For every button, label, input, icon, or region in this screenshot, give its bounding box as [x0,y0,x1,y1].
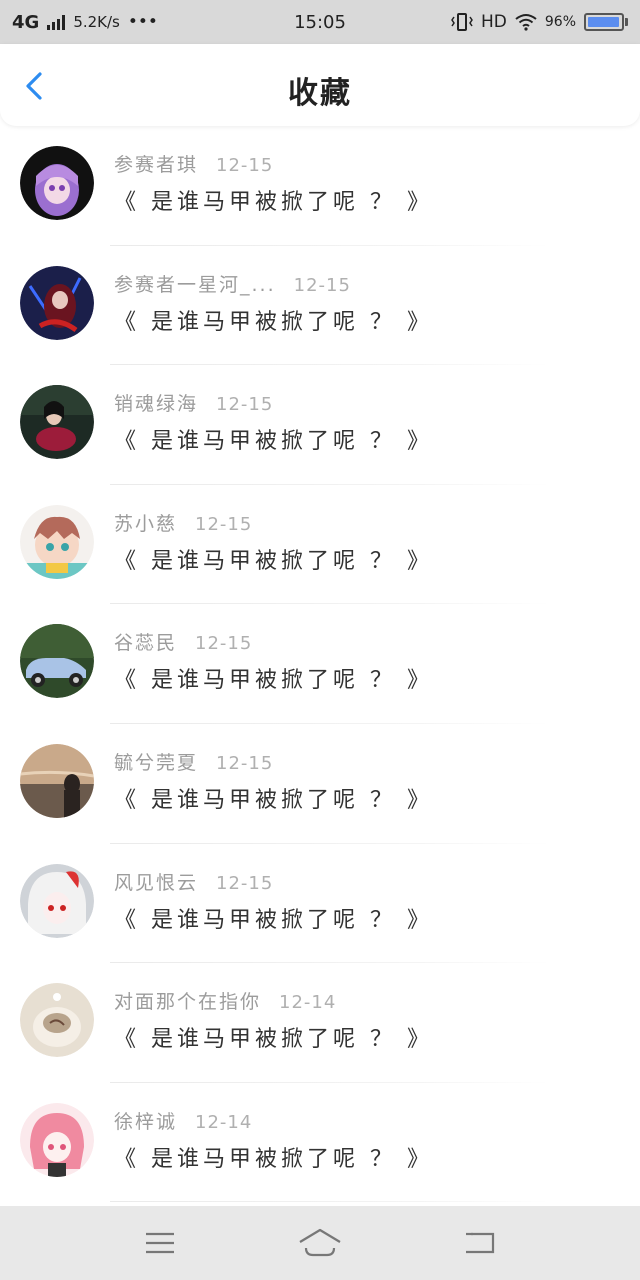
battery-icon [584,13,628,31]
item-meta: 徐梓诚 12-14 [114,1107,252,1134]
list-item-5[interactable]: 谷蕊民 12-15 《 是谁马甲被掀了呢 ？ 》 [0,604,640,724]
author-name: 对面那个在指你 [114,991,262,1014]
avatar-image [20,385,94,460]
author-name: 参赛者琪 [114,154,199,176]
vibrate-icon [451,13,473,31]
item-date: 12-15 [216,872,274,894]
item-meta: 苏小慈 12-15 [114,509,252,536]
item-title: 《 是谁马甲被掀了呢 ？ 》 [114,190,433,215]
item-title: 《 是谁马甲被掀了呢 ？ 》 [114,429,433,455]
avatar-image [20,863,94,938]
network-speed: 5.2K/s [73,13,120,31]
author-name: 谷蕊民 [114,632,178,655]
status-bar: 4G 5.2K/s ••• 15:05 HD 96% [0,0,640,44]
avatar-purple-hair-girl[interactable] [20,146,94,220]
avatar-image [20,983,94,1058]
list-item-8[interactable]: 对面那个在指你 12-14 《 是谁马甲被掀了呢 ？ 》 [0,963,640,1083]
avatar-cup-closeup[interactable] [20,983,94,1058]
avatar-image [20,1102,94,1177]
return-button[interactable] [450,1223,510,1263]
navigation-bar [0,1206,640,1280]
menu-icon [146,1232,174,1254]
item-title: 《 是谁马甲被掀了呢 ？ 》 [114,907,433,933]
item-date: 12-15 [216,155,274,176]
avatar-dark-red-character[interactable] [20,265,94,340]
item-date: 12-15 [195,633,253,655]
avatar-girl-sitting[interactable] [20,385,94,460]
author-name: 徐梓诚 [114,1110,178,1133]
item-title: 《 是谁马甲被掀了呢 ？ 》 [114,1027,433,1053]
author-name: 风见恨云 [114,871,199,894]
avatar-pink-hair-girl[interactable] [20,1102,94,1177]
author-name: 苏小慈 [114,512,178,535]
battery-fill [588,17,619,27]
menu-button[interactable] [130,1223,190,1263]
signal-icon [47,14,66,30]
item-meta: 对面那个在指你 12-14 [114,987,336,1014]
item-meta: 参赛者一星河_... 12-15 [114,270,351,297]
network-type: 4G [12,11,40,33]
divider [110,1201,550,1203]
item-date: 12-15 [293,274,351,296]
avatar-image [20,265,94,340]
avatar-image [20,146,94,220]
list-item-9[interactable]: 徐梓诚 12-14 《 是谁马甲被掀了呢 ？ 》 [0,1083,640,1203]
item-meta: 谷蕊民 12-15 [114,628,252,655]
page-title: 收藏 [288,76,352,111]
status-right: HD 96% [451,12,628,32]
battery-percent: 96% [544,14,576,30]
list-item-1[interactable]: 参赛者琪 12-15 《 是谁马甲被掀了呢 ？ 》 [0,126,640,246]
avatar-white-hair-anime[interactable] [20,863,94,938]
author-name: 销魂绿海 [114,393,199,416]
item-meta: 参赛者琪 12-15 [114,150,273,177]
avatar-chibi-character[interactable] [20,504,94,579]
favorites-list: 参赛者琪 12-15 《 是谁马甲被掀了呢 ？ 》 参赛者一星河_... 12-15… [0,126,640,1203]
list-item-3[interactable]: 销魂绿海 12-15 《 是谁马甲被掀了呢 ？ 》 [0,365,640,485]
list-item-2[interactable]: 参赛者一星河_... 12-15 《 是谁马甲被掀了呢 ？ 》 [0,246,640,366]
more-icon: ••• [127,12,158,32]
item-meta: 风见恨云 12-15 [114,868,273,895]
item-title: 《 是谁马甲被掀了呢 ？ 》 [114,309,433,335]
item-date: 12-15 [216,394,274,416]
item-title: 《 是谁马甲被掀了呢 ？ 》 [114,668,433,694]
list-item-6[interactable]: 毓兮莞夏 12-15 《 是谁马甲被掀了呢 ？ 》 [0,724,640,844]
item-title: 《 是谁马甲被掀了呢 ？ 》 [114,548,433,574]
avatar-blue-vintage-car[interactable] [20,624,94,699]
hd-indicator: HD [481,12,507,32]
item-date: 12-15 [216,752,274,774]
author-name: 参赛者一星河_... [114,273,276,296]
item-date: 12-14 [195,1111,253,1133]
avatar-image [20,624,94,699]
author-name: 毓兮莞夏 [114,751,199,774]
item-date: 12-14 [279,992,337,1014]
item-meta: 销魂绿海 12-15 [114,389,273,416]
status-left: 4G 5.2K/s ••• [12,12,158,33]
list-item-7[interactable]: 风见恨云 12-15 《 是谁马甲被掀了呢 ？ 》 [0,844,640,964]
avatar-image [20,504,94,579]
wifi-icon [515,14,537,31]
home-icon [299,1228,341,1257]
header: 收藏 [0,44,640,126]
avatar-image [20,743,94,818]
home-button[interactable] [290,1223,350,1263]
item-date: 12-15 [195,513,253,535]
item-meta: 毓兮莞夏 12-15 [114,748,273,775]
item-title: 《 是谁马甲被掀了呢 ？ 》 [114,787,433,813]
return-icon [466,1232,495,1254]
avatar-sunset-silhouette[interactable] [20,743,94,818]
list-item-4[interactable]: 苏小慈 12-15 《 是谁马甲被掀了呢 ？ 》 [0,485,640,605]
item-title: 《 是谁马甲被掀了呢 ？ 》 [114,1146,433,1172]
